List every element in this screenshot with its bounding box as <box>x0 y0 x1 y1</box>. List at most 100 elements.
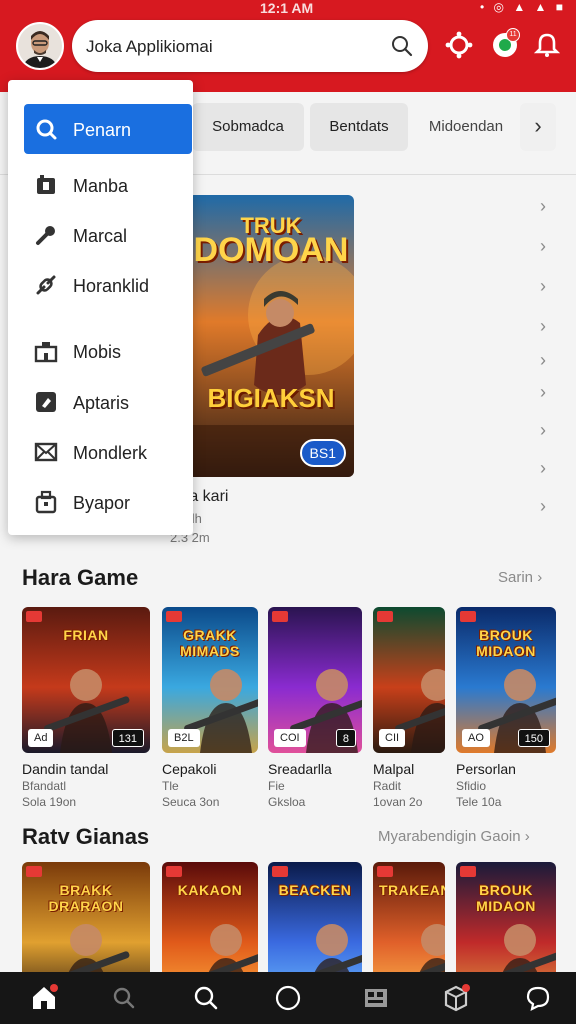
cover-badge: CII <box>379 729 406 747</box>
search-bar[interactable]: Joka Applikiomai <box>72 20 428 72</box>
building-icon <box>34 342 58 363</box>
menu-item-mobis[interactable]: Mobis <box>24 330 192 374</box>
game-card[interactable]: COI 8 Sreadarlla Fie Gksloa <box>268 607 362 809</box>
chevron-right-icon[interactable]: › <box>540 382 546 403</box>
search-icon <box>36 119 57 140</box>
cover-rating: 131 <box>111 729 144 747</box>
featured-cover[interactable]: TRUK DOMOAN BIGIAKSN BS1 <box>188 195 354 477</box>
chevron-right-icon: › <box>534 113 542 138</box>
section-link-label: Myarabendigin Gaoin <box>378 828 521 845</box>
chevron-right-icon[interactable]: › <box>540 496 546 517</box>
cover-tag <box>460 611 476 622</box>
menu-item-mondlerk[interactable]: Mondlerk <box>24 431 192 475</box>
cover-tag <box>377 866 393 877</box>
cover-title: BRAKK DRARAON <box>48 882 124 914</box>
section-see-all-link[interactable]: Myarabendigin Gaoin › <box>378 828 530 845</box>
menu-item-label: Aptaris <box>73 393 130 413</box>
home-icon[interactable] <box>30 984 58 1012</box>
search-icon[interactable] <box>390 34 414 58</box>
game-meta: Seuca 3on <box>162 795 220 809</box>
chevron-right-icon[interactable]: › <box>540 420 546 441</box>
bottom-nav <box>0 972 576 1024</box>
game-card[interactable]: BROUK MIDAON AO 150 Persorlan Sfidio Tele 1… <box>456 607 556 809</box>
notification-icon[interactable] <box>444 30 474 60</box>
cover-tag <box>26 611 42 622</box>
dropdown-menu: Penarn Manba Marcal Horanklid Mobis Apta… <box>8 80 193 535</box>
explore-icon[interactable] <box>192 984 220 1012</box>
section-see-all-link[interactable]: Sarin › <box>498 569 542 586</box>
bag-icon <box>35 490 57 514</box>
notification-badge: 11 <box>506 28 520 42</box>
cover-tag <box>272 866 288 877</box>
avatar[interactable] <box>16 22 64 70</box>
game-cover[interactable]: COI 8 <box>268 607 362 753</box>
menu-item-label: Horanklid <box>73 276 150 296</box>
menu-item-label: Manba <box>73 176 129 196</box>
chip-1[interactable]: Sobmadca <box>192 103 304 151</box>
cover-tag <box>26 866 42 877</box>
chevron-right-icon[interactable]: › <box>540 196 546 217</box>
cover-title: KAKAON <box>177 882 243 898</box>
section-title: Ratv Gianas <box>22 824 150 849</box>
circle-icon[interactable] <box>274 984 302 1012</box>
game-cover[interactable]: GRAKK MIMADS B2L <box>162 607 258 753</box>
bell-icon[interactable] <box>532 30 562 60</box>
featured-badge: BS1 <box>299 439 346 467</box>
menu-item-horanklid[interactable]: Horanklid <box>24 264 192 308</box>
cover-badge: Ad <box>28 729 54 747</box>
library-icon[interactable] <box>362 984 390 1012</box>
menu-item-byapor[interactable]: Byapor <box>24 481 192 525</box>
menu-item-aptaris[interactable]: Aptaris <box>24 381 192 425</box>
game-cover[interactable]: FRIAN Ad 131 <box>22 607 150 753</box>
search-icon[interactable] <box>110 984 138 1012</box>
cover-rating: 150 <box>517 729 550 747</box>
game-title: Persorlan <box>456 761 516 777</box>
status-time: 12:1 AM <box>260 0 314 16</box>
cover-title: BROUK MIDAON <box>476 882 536 914</box>
game-meta: Gksloa <box>268 795 306 809</box>
menu-item-label: Marcal <box>73 226 128 246</box>
chevron-right-icon[interactable]: › <box>540 350 546 371</box>
chevron-right-icon[interactable]: › <box>540 458 546 479</box>
profile-icon[interactable] <box>524 984 552 1012</box>
cover-tag <box>272 611 288 622</box>
chevron-right-icon[interactable]: › <box>540 276 546 297</box>
app-screen: 12:1 AM • ◎ ▲ ▲ ■ Joka Applikiomai 11 So… <box>0 0 576 1024</box>
game-cover[interactable]: BROUK MIDAON AO 150 <box>456 607 556 753</box>
game-subtitle: Fie <box>268 779 285 793</box>
menu-item-marcal[interactable]: Marcal <box>24 214 192 258</box>
game-title: Sreadarlla <box>268 761 332 777</box>
game-title: Malpal <box>373 761 415 777</box>
package-icon[interactable] <box>442 984 470 1012</box>
status-icons: • ◎ ▲ ▲ ■ <box>479 0 566 14</box>
mail-icon <box>34 442 58 462</box>
cover-title: TRAKEAN <box>379 882 445 898</box>
menu-item-label: Mobis <box>73 342 122 362</box>
featured-title-2: DOMOAN <box>193 231 349 269</box>
section-title: Hara Game <box>22 565 139 590</box>
section-link-label: Sarin <box>498 569 534 586</box>
app-icon <box>36 392 56 412</box>
cover-badge: B2L <box>168 729 200 747</box>
chevron-right-icon[interactable]: › <box>540 316 546 337</box>
game-title: Cepakoli <box>162 761 217 777</box>
game-subtitle: Bfandatl <box>22 779 67 793</box>
cover-title: FRIAN <box>63 627 109 643</box>
game-card[interactable]: FRIAN Ad 131 Dandin tandal Bfandatl Sola 19… <box>22 607 150 809</box>
menu-item-manba[interactable]: Manba <box>24 164 192 208</box>
search-input[interactable]: Joka Applikiomai <box>86 37 213 57</box>
cover-tag <box>166 611 182 622</box>
game-card[interactable]: CII Malpal Radit 1ovan 2o <box>373 607 445 809</box>
chips-next-button[interactable]: › <box>520 103 556 151</box>
game-card[interactable]: GRAKK MIMADS B2L Cepakoli Tle Seuca 3on <box>162 607 258 809</box>
game-meta: Tele 10a <box>456 795 502 809</box>
link-icon <box>36 275 56 295</box>
cover-tag <box>166 866 182 877</box>
game-meta: 1ovan 2o <box>373 795 423 809</box>
game-cover[interactable]: CII <box>373 607 445 753</box>
chip-2[interactable]: Bentdats <box>310 103 408 151</box>
menu-item-selected[interactable]: Penarn <box>24 104 192 154</box>
chip-3[interactable]: Midoendan <box>416 103 516 151</box>
chevron-right-icon[interactable]: › <box>540 236 546 257</box>
game-title: Dandin tandal <box>22 761 109 777</box>
